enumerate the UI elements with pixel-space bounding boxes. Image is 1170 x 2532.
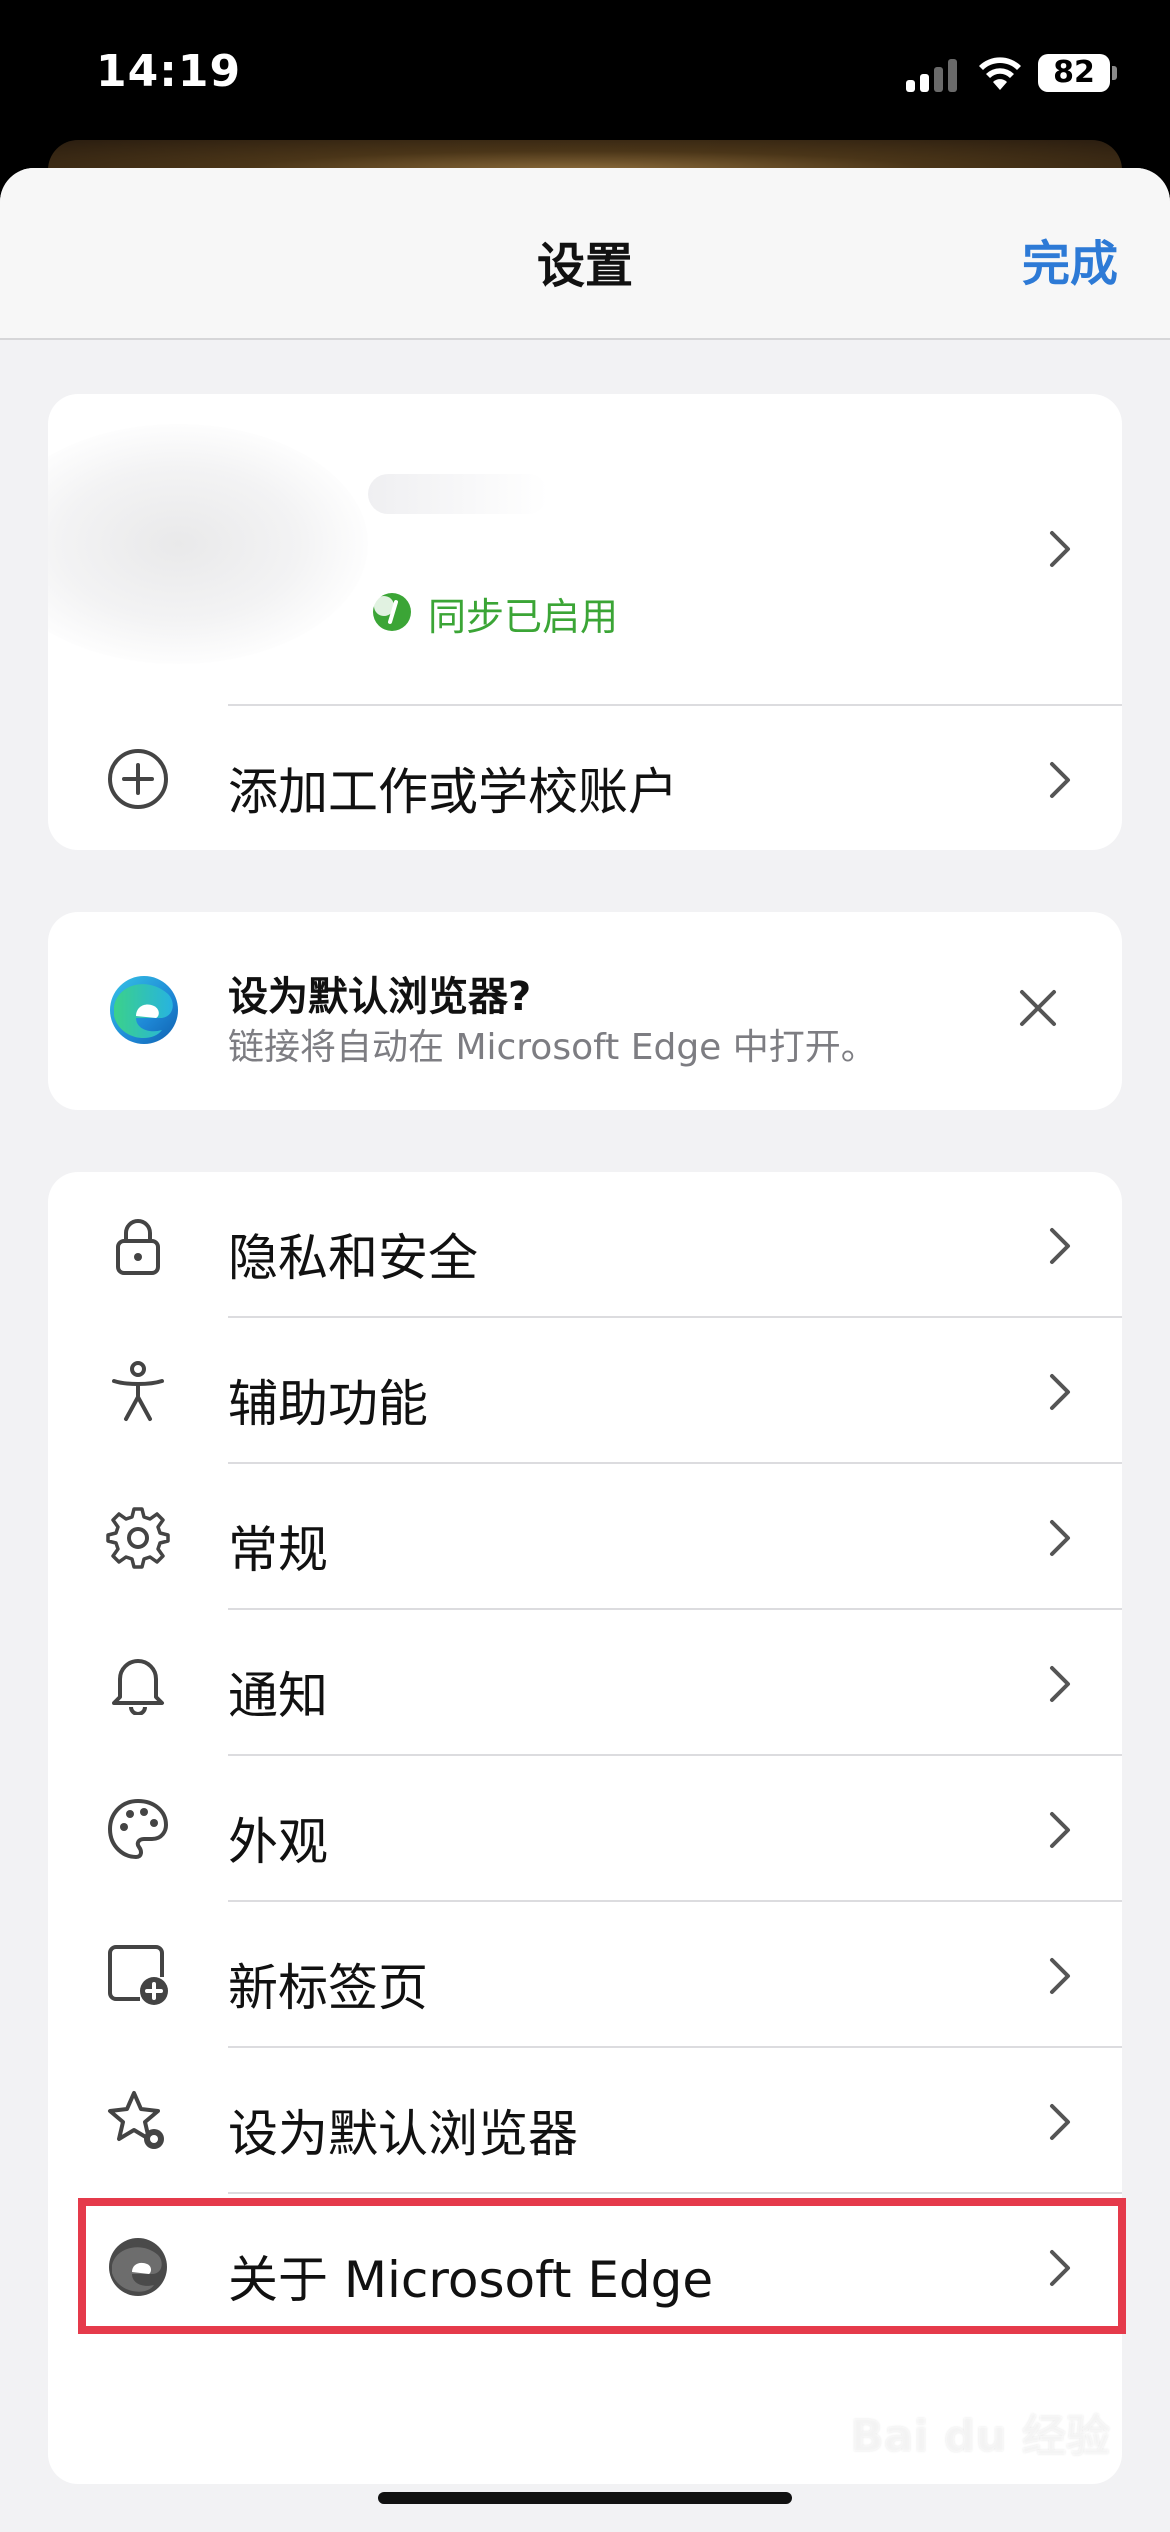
new-tab-icon — [108, 1945, 168, 2005]
menu-item-general[interactable]: 常规 — [48, 1464, 1122, 1610]
banner-title: 设为默认浏览器? — [228, 974, 532, 1020]
chevron-right-icon — [1050, 762, 1070, 798]
sync-status-label: 同步已启用 — [428, 595, 619, 639]
bell-icon — [112, 1659, 164, 1715]
menu-item-privacy[interactable]: 隐私和安全 — [48, 1172, 1122, 1318]
menu-item-appearance[interactable]: 外观 — [48, 1756, 1122, 1902]
chevron-right-icon — [1050, 1520, 1070, 1556]
menu-item-new-tab[interactable]: 新标签页 — [48, 1902, 1122, 2048]
chevron-right-icon — [1050, 1374, 1070, 1410]
close-icon[interactable] — [1014, 984, 1062, 1032]
page-title: 设置 — [536, 238, 633, 294]
accessibility-icon — [112, 1361, 164, 1421]
chevron-right-icon — [1050, 2104, 1070, 2140]
sync-check-icon — [373, 593, 411, 631]
wifi-icon — [979, 57, 1021, 90]
sheet-header: 设置 完成 — [0, 168, 1170, 340]
status-bar: 14:19 82 — [0, 0, 1170, 150]
gear-icon — [106, 1507, 170, 1569]
chevron-right-icon — [1050, 1958, 1070, 1994]
highlight-annotation — [78, 2198, 1126, 2334]
menu-item-default-browser[interactable]: 设为默认浏览器 — [48, 2048, 1122, 2194]
profile-name — [368, 474, 548, 514]
add-account-label: 添加工作或学校账户 — [228, 763, 678, 821]
status-time: 14:19 — [96, 46, 242, 97]
watermark-url: jingyan.baidu.com — [945, 2458, 1112, 2479]
account-card: 同步已启用 添加工作或学校账户 — [48, 394, 1122, 850]
menu-item-label: 新标签页 — [228, 1959, 428, 2017]
menu-item-label: 辅助功能 — [228, 1375, 428, 1433]
lock-icon — [116, 1219, 160, 1275]
cellular-signal-icon — [906, 58, 958, 92]
default-browser-banner: 设为默认浏览器? 链接将自动在 Microsoft Edge 中打开。 — [48, 912, 1122, 1110]
chevron-right-icon — [1050, 1228, 1070, 1264]
home-indicator[interactable] — [378, 2492, 792, 2504]
chevron-right-icon — [1050, 1666, 1070, 1702]
add-account-row[interactable]: 添加工作或学校账户 — [48, 706, 1122, 850]
add-circle-icon — [108, 749, 168, 809]
banner-text: 链接将自动在 Microsoft Edge 中打开。 — [228, 1027, 877, 1068]
avatar — [48, 424, 368, 664]
menu-item-notifications[interactable]: 通知 — [48, 1610, 1122, 1756]
battery-indicator: 82 — [1038, 54, 1117, 92]
profile-row[interactable]: 同步已启用 — [48, 394, 1122, 704]
palette-icon — [108, 1799, 168, 1859]
chevron-right-icon — [1050, 1812, 1070, 1848]
watermark-logo: Bai du 经验 — [850, 2411, 1110, 2462]
chevron-right-icon — [1050, 531, 1070, 567]
menu-item-label: 设为默认浏览器 — [228, 2105, 578, 2163]
menu-item-label: 通知 — [228, 1667, 328, 1725]
edge-logo-icon — [110, 976, 178, 1044]
settings-sheet: 设置 完成 同步已启用 添加工作或学校账户 设为默认浏览器? 链接将自动在 Mi… — [0, 168, 1170, 2532]
done-button[interactable]: 完成 — [1022, 224, 1118, 294]
menu-item-label: 常规 — [228, 1521, 328, 1579]
menu-item-label: 隐私和安全 — [228, 1229, 478, 1287]
menu-item-label: 外观 — [228, 1813, 328, 1871]
star-gear-icon — [108, 2091, 164, 2149]
menu-item-accessibility[interactable]: 辅助功能 — [48, 1318, 1122, 1464]
